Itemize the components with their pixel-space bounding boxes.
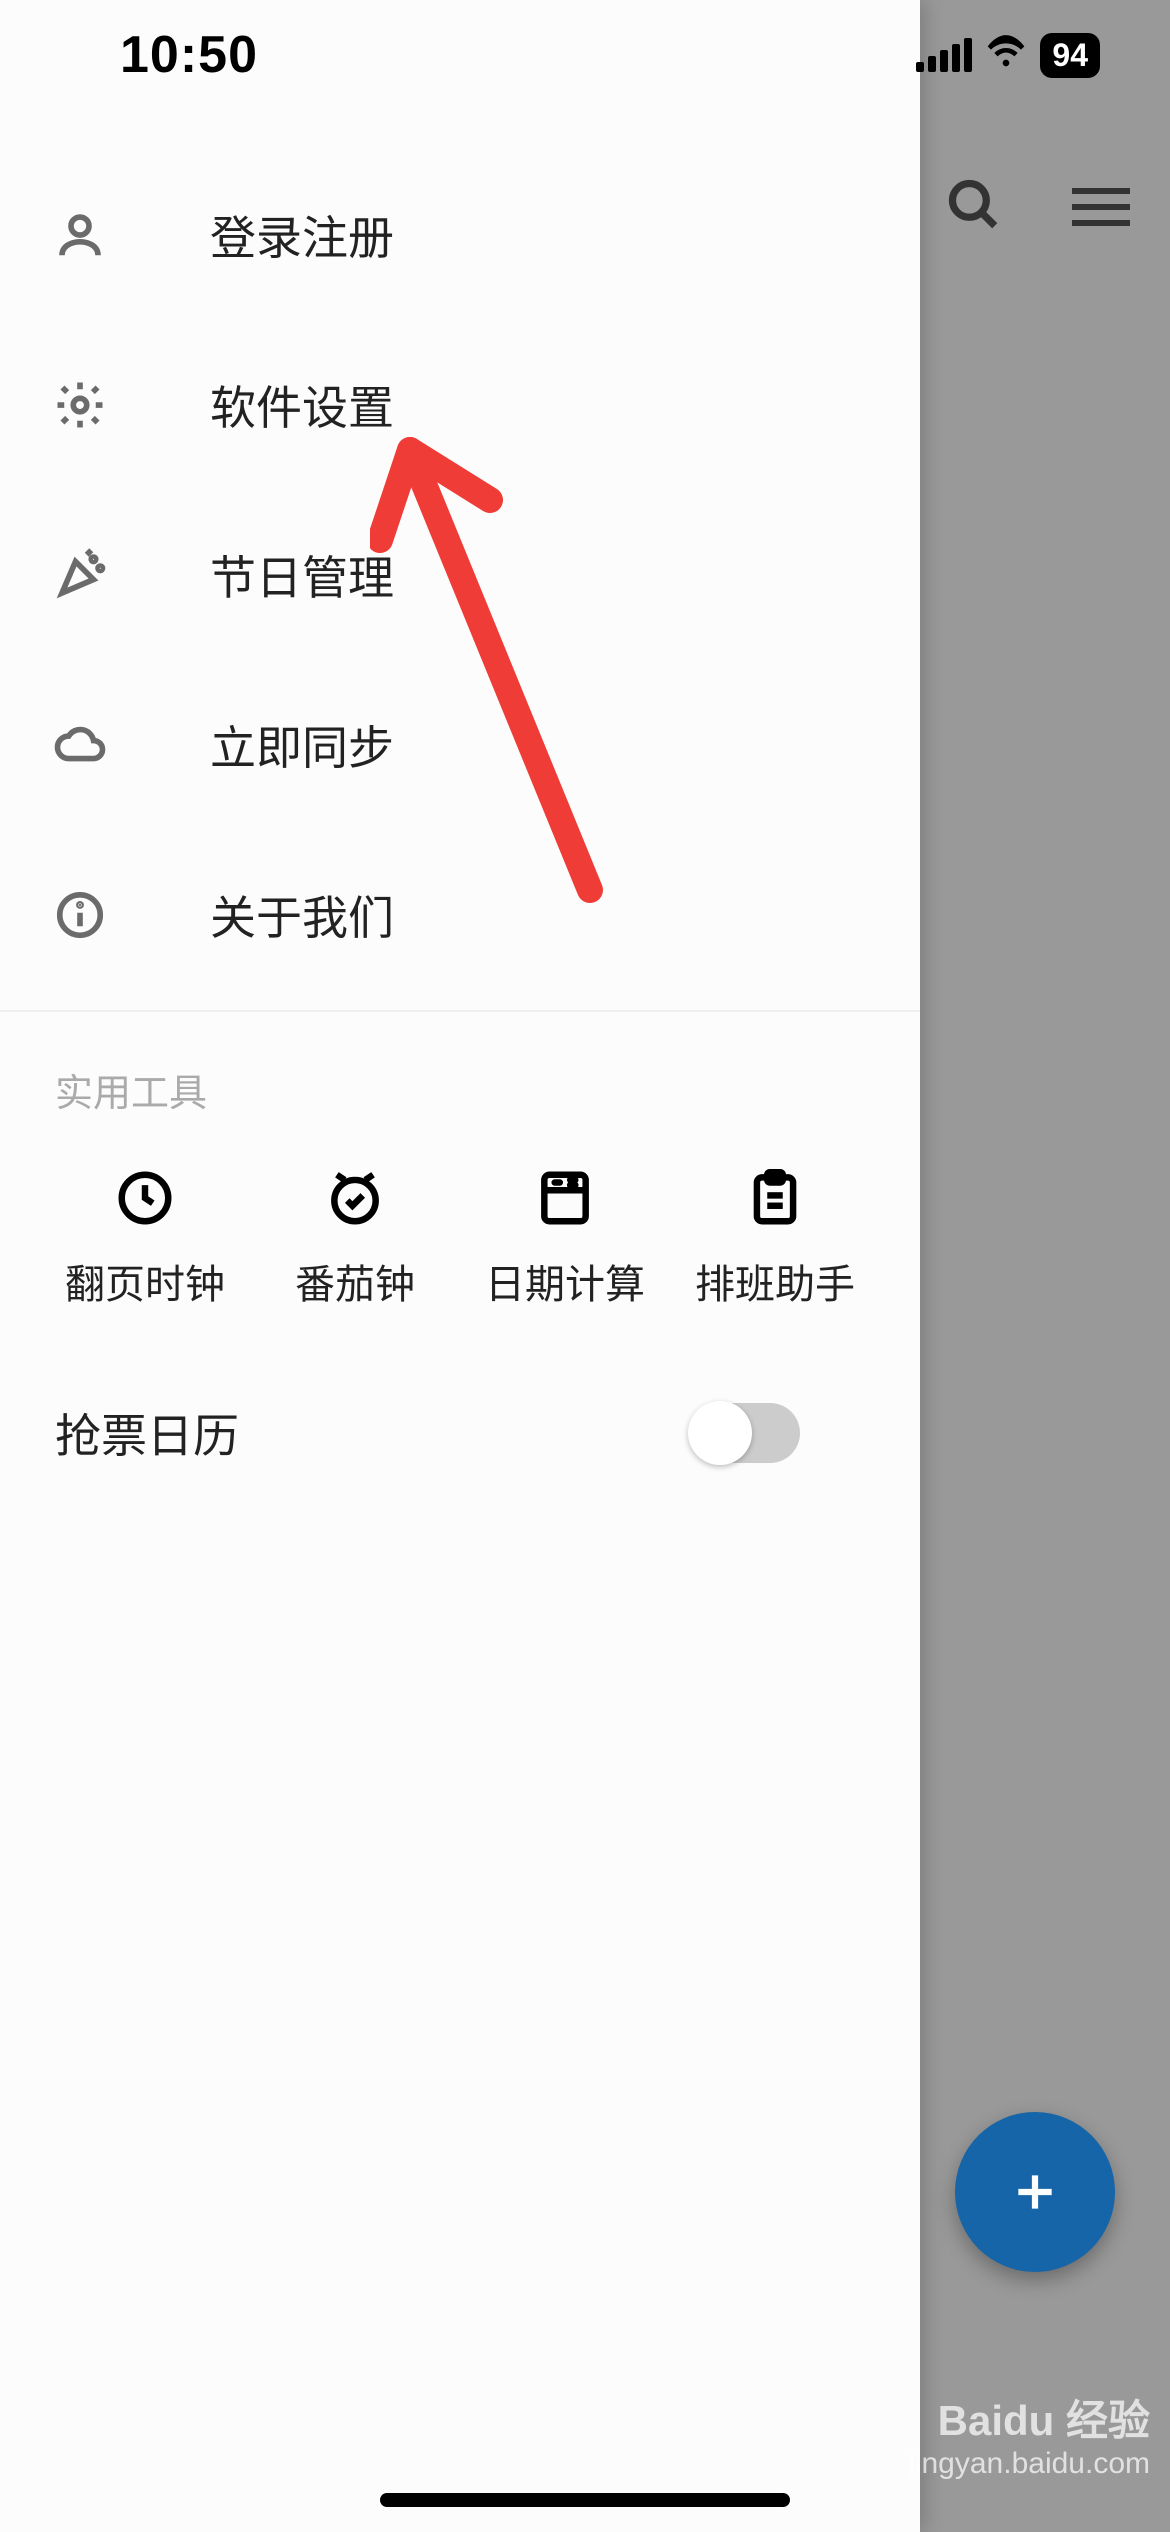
menu-item-about[interactable]: 关于我们 [0, 830, 920, 1000]
add-button[interactable] [955, 2112, 1115, 2272]
tool-label: 翻页时钟 [65, 1252, 225, 1310]
signal-icon [916, 38, 972, 72]
toggle-knob [688, 1401, 752, 1465]
tool-shift[interactable]: 排班助手 [680, 1167, 870, 1310]
cloud-icon [50, 718, 110, 772]
tool-datecalc[interactable]: 日期计算 [470, 1167, 660, 1310]
menu-item-sync[interactable]: 立即同步 [0, 660, 920, 830]
side-drawer: 登录注册 软件设置 节日管理 立即同步 关于我们 [0, 0, 920, 2532]
tools-section-title: 实用工具 [0, 1012, 920, 1117]
status-time: 10:50 [120, 25, 258, 85]
calculator-icon [534, 1167, 596, 1234]
tool-label: 番茄钟 [295, 1252, 415, 1310]
tool-label: 排班助手 [695, 1252, 855, 1310]
party-icon [50, 548, 110, 602]
menu-label: 登录注册 [210, 202, 394, 268]
menu-label: 立即同步 [210, 712, 394, 778]
alarm-icon [324, 1167, 386, 1234]
ticket-calendar-toggle[interactable] [690, 1403, 800, 1463]
ticket-calendar-row: 抢票日历 [0, 1310, 920, 1466]
home-indicator[interactable] [380, 2493, 790, 2507]
tool-flipclock[interactable]: 翻页时钟 [50, 1167, 240, 1310]
menu-item-login[interactable]: 登录注册 [0, 150, 920, 320]
wifi-icon [986, 33, 1026, 78]
menu-list: 登录注册 软件设置 节日管理 立即同步 关于我们 [0, 0, 920, 1000]
person-icon [50, 208, 110, 262]
clock-icon [114, 1167, 176, 1234]
menu-label: 软件设置 [210, 372, 394, 438]
app-header-actions [944, 175, 1130, 238]
toggle-label: 抢票日历 [55, 1400, 239, 1466]
menu-item-settings[interactable]: 软件设置 [0, 320, 920, 490]
menu-label: 关于我们 [210, 882, 394, 948]
tool-pomodoro[interactable]: 番茄钟 [260, 1167, 450, 1310]
tool-label: 日期计算 [485, 1252, 645, 1310]
clipboard-icon [744, 1167, 806, 1234]
menu-item-holidays[interactable]: 节日管理 [0, 490, 920, 660]
menu-icon[interactable] [1072, 188, 1130, 226]
info-icon [50, 888, 110, 942]
gear-icon [50, 378, 110, 432]
status-right: 94 [916, 33, 1100, 78]
status-bar: 10:50 94 [0, 0, 1170, 110]
search-icon[interactable] [944, 175, 1002, 238]
menu-label: 节日管理 [210, 542, 394, 608]
watermark: Baidu 经验 jingyan.baidu.com [908, 2396, 1150, 2482]
tools-grid: 翻页时钟 番茄钟 日期计算 排班助手 [0, 1117, 920, 1310]
battery-badge: 94 [1040, 33, 1100, 78]
